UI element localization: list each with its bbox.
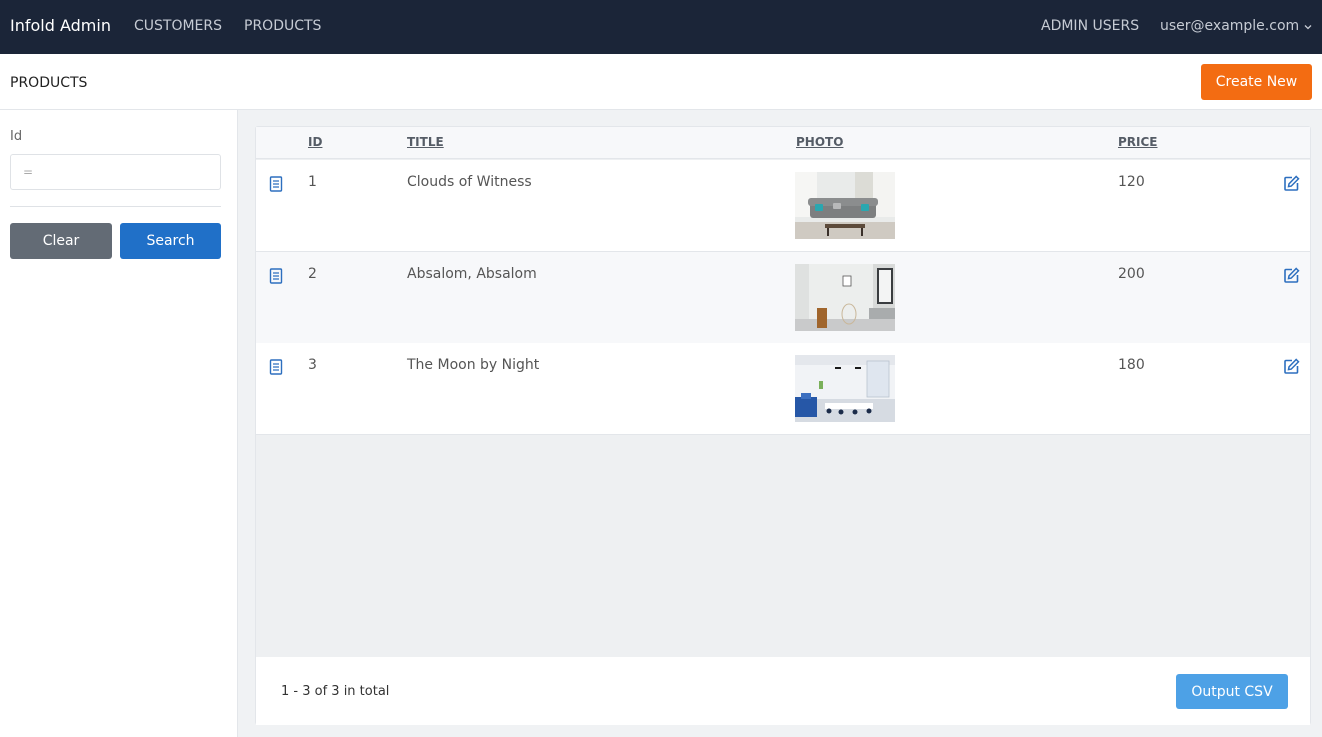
column-header-title[interactable]: TITLE [407, 135, 444, 149]
cell-id: 1 [308, 174, 317, 190]
pagination-summary: 1 - 3 of 3 in total [281, 684, 390, 699]
cell-price: 180 [1118, 357, 1145, 373]
cell-price: 200 [1118, 266, 1145, 282]
product-photo [795, 172, 895, 239]
page-header: PRODUCTS Create New [0, 54, 1322, 110]
column-header-price[interactable]: PRICE [1118, 135, 1158, 149]
user-email: user@example.com [1160, 18, 1300, 34]
table-row: 1 Clouds of Witness 120 [256, 160, 1310, 252]
filter-divider [10, 206, 221, 207]
cell-title: Clouds of Witness [407, 174, 532, 190]
edit-icon[interactable] [1283, 175, 1300, 192]
edit-icon[interactable] [1283, 358, 1300, 375]
cell-title: The Moon by Night [407, 357, 540, 373]
brand-logo[interactable]: Infold Admin [10, 16, 111, 35]
cell-title: Absalom, Absalom [407, 266, 537, 282]
table-row: 2 Absalom, Absalom 200 [256, 252, 1310, 344]
nav-link-customers[interactable]: CUSTOMERS [134, 18, 222, 34]
id-filter-input[interactable] [10, 154, 221, 190]
filter-sidebar: Id Clear Search [0, 110, 238, 737]
search-button[interactable]: Search [120, 223, 221, 259]
table-row: 3 The Moon by Night 180 [256, 343, 1310, 435]
chevron-down-icon [1304, 18, 1312, 34]
edit-icon[interactable] [1283, 267, 1300, 284]
top-navbar: Infold Admin CUSTOMERS PRODUCTS ADMIN US… [0, 0, 1322, 54]
main-content: ID TITLE PHOTO PRICE 1 Clouds of Witness [238, 110, 1322, 737]
create-new-button[interactable]: Create New [1201, 64, 1312, 100]
cell-id: 2 [308, 266, 317, 282]
page-title: PRODUCTS [10, 75, 88, 91]
id-filter-label: Id [10, 129, 23, 144]
products-table-card: ID TITLE PHOTO PRICE 1 Clouds of Witness [255, 126, 1311, 725]
output-csv-button[interactable]: Output CSV [1176, 674, 1288, 709]
nav-link-products[interactable]: PRODUCTS [244, 18, 321, 34]
product-photo [795, 264, 895, 331]
cell-price: 120 [1118, 174, 1145, 190]
nav-link-admin-users[interactable]: ADMIN USERS [1041, 18, 1139, 34]
product-photo [795, 355, 895, 422]
column-header-id[interactable]: ID [308, 135, 322, 149]
document-icon[interactable] [269, 176, 283, 192]
column-header-photo[interactable]: PHOTO [796, 135, 843, 149]
cell-id: 3 [308, 357, 317, 373]
user-menu[interactable]: user@example.com [1160, 18, 1312, 34]
document-icon[interactable] [269, 359, 283, 375]
table-header: ID TITLE PHOTO PRICE [256, 127, 1310, 159]
table-footer: 1 - 3 of 3 in total Output CSV [256, 657, 1310, 725]
clear-button[interactable]: Clear [10, 223, 112, 259]
document-icon[interactable] [269, 268, 283, 284]
